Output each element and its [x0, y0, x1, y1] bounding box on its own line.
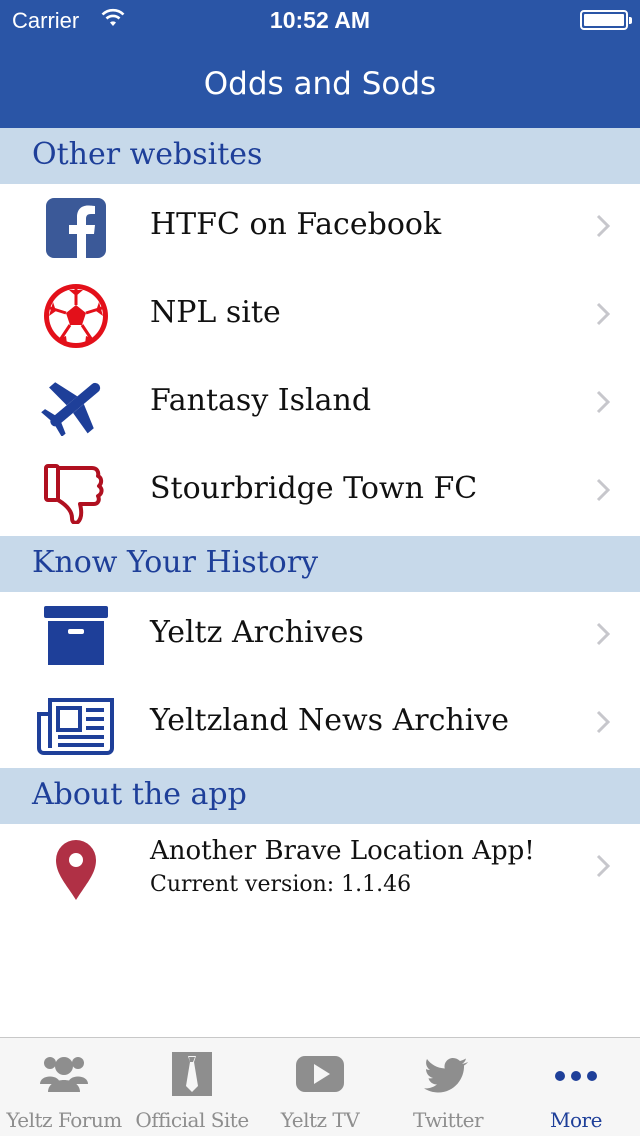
section-header-other-websites: Other websites — [0, 128, 640, 184]
list-item-label: Fantasy Island — [150, 383, 372, 418]
status-time: 10:52 AM — [269, 7, 371, 33]
tie-icon — [172, 1052, 212, 1096]
list-item-news-archive[interactable]: Yeltzland News Archive — [0, 680, 640, 768]
airplane-icon — [41, 382, 101, 436]
youtube-icon — [296, 1056, 344, 1092]
section-header-label: Other websites — [32, 137, 263, 172]
chevron-right-icon — [596, 710, 610, 734]
list-item-label: Yeltz Archives — [150, 615, 364, 650]
tab-bar: Yeltz Forum Official Site Yeltz TV Twitt… — [0, 1037, 640, 1136]
status-bar: Carrier 10:52 AM — [0, 0, 640, 40]
location-pin-icon — [56, 840, 96, 900]
thumbs-down-icon — [44, 464, 104, 524]
twitter-icon — [424, 1058, 468, 1093]
tab-official-site[interactable]: Official Site — [128, 1038, 256, 1136]
chevron-right-icon — [596, 302, 610, 326]
list-item-label: HTFC on Facebook — [150, 207, 442, 242]
group-icon — [40, 1057, 88, 1092]
archive-box-icon — [44, 606, 108, 665]
list-item-about-app[interactable]: Another Brave Location App! Current vers… — [0, 824, 640, 914]
navigation-bar: Odds and Sods — [0, 40, 640, 128]
tab-yeltz-tv[interactable]: Yeltz TV — [256, 1038, 384, 1136]
chevron-right-icon — [596, 214, 610, 238]
chevron-right-icon — [596, 622, 610, 646]
more-icon — [555, 1071, 597, 1081]
tab-label: Official Site — [135, 1108, 249, 1132]
about-app-title: Another Brave Location App! — [150, 836, 535, 866]
tab-more[interactable]: More — [512, 1038, 640, 1136]
chevron-right-icon — [596, 854, 610, 878]
list-item-label: Stourbridge Town FC — [150, 471, 478, 506]
list-item-htfc-facebook[interactable]: HTFC on Facebook — [0, 184, 640, 272]
tab-label: Yeltz Forum — [6, 1108, 122, 1132]
list-item-yeltz-archives[interactable]: Yeltz Archives — [0, 592, 640, 680]
list-item-npl-site[interactable]: NPL site — [0, 272, 640, 360]
tab-label: More — [550, 1108, 602, 1132]
chevron-right-icon — [596, 390, 610, 414]
tab-yeltz-forum[interactable]: Yeltz Forum — [0, 1038, 128, 1136]
facebook-icon — [46, 198, 106, 258]
page-title: Odds and Sods — [203, 66, 437, 102]
football-icon — [44, 284, 108, 348]
section-header-label: About the app — [32, 777, 247, 812]
list-item-label: NPL site — [150, 295, 281, 330]
battery-icon — [580, 10, 632, 30]
newspaper-icon — [37, 698, 114, 755]
section-header-about-the-app: About the app — [0, 768, 640, 824]
app-version: Current version: 1.1.46 — [150, 872, 412, 897]
list-item-label: Yeltzland News Archive — [150, 703, 509, 738]
list-item-stourbridge[interactable]: Stourbridge Town FC — [0, 448, 640, 536]
tab-label: Yeltz TV — [280, 1108, 360, 1132]
tab-twitter[interactable]: Twitter — [384, 1038, 512, 1136]
tab-label: Twitter — [412, 1108, 484, 1132]
list-item-fantasy-island[interactable]: Fantasy Island — [0, 360, 640, 448]
section-header-label: Know Your History — [32, 545, 319, 580]
chevron-right-icon — [596, 478, 610, 502]
section-header-know-your-history: Know Your History — [0, 536, 640, 592]
